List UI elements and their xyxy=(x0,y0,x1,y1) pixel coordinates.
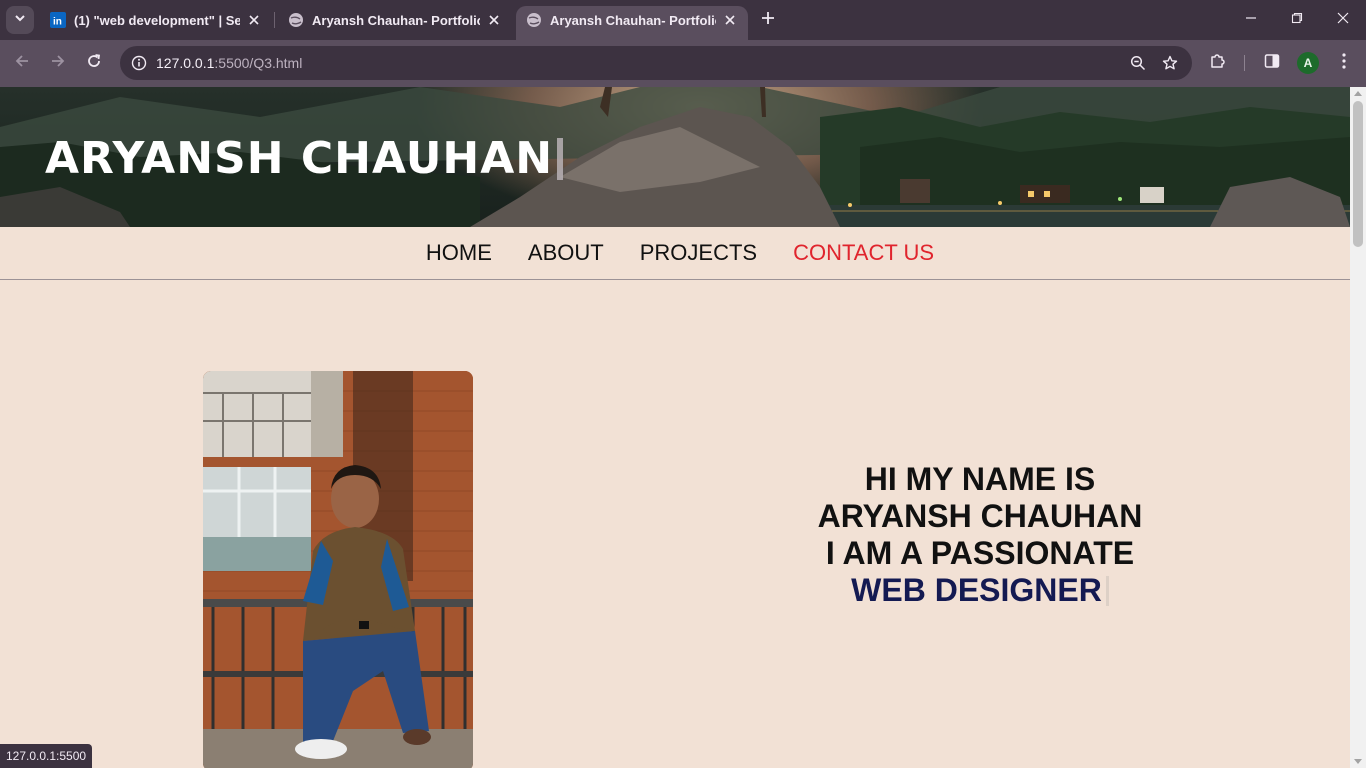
linkedin-icon: in xyxy=(50,12,66,28)
arrow-right-icon xyxy=(50,53,66,74)
forward-button[interactable] xyxy=(44,49,72,77)
chevron-down-icon xyxy=(14,11,26,29)
typing-cursor xyxy=(557,137,564,180)
tab-title: Aryansh Chauhan- Portfolio xyxy=(312,12,480,28)
plus-icon xyxy=(761,11,775,30)
side-panel-button[interactable] xyxy=(1258,49,1286,77)
tab-title: Aryansh Chauhan- Portfolio xyxy=(550,12,716,28)
intro-line: ARYANSH CHAUHAN xyxy=(817,498,1143,534)
typing-cursor xyxy=(1105,575,1109,606)
scroll-up-arrow-icon[interactable] xyxy=(1354,91,1362,96)
nav-projects[interactable]: PROJECTS xyxy=(640,240,757,266)
tab-search-button[interactable] xyxy=(6,6,34,34)
back-button[interactable] xyxy=(8,49,36,77)
side-panel-icon xyxy=(1264,53,1280,74)
page-viewport: ARYANSH CHAUHAN HOME ABOUT PROJECTS CONT… xyxy=(0,87,1350,768)
close-icon xyxy=(1337,11,1349,29)
new-tab-button[interactable] xyxy=(756,8,780,32)
bookmark-star-icon[interactable] xyxy=(1158,51,1182,75)
puzzle-icon xyxy=(1209,52,1227,75)
browser-tab-portfolio[interactable]: Aryansh Chauhan- Portfolio xyxy=(278,6,512,34)
restore-button[interactable] xyxy=(1274,0,1320,40)
banner-title-text: ARYANSH CHAUHAN xyxy=(45,133,554,184)
zoom-icon[interactable] xyxy=(1126,51,1150,75)
kebab-menu-icon xyxy=(1342,52,1346,74)
profile-button[interactable]: A xyxy=(1294,49,1322,77)
scroll-thumb[interactable] xyxy=(1353,101,1363,247)
intro-role-text: WEB DESIGNER xyxy=(851,572,1102,608)
site-info-icon[interactable] xyxy=(122,46,156,80)
avatar: A xyxy=(1297,52,1319,74)
nav-contact-us[interactable]: CONTACT US xyxy=(793,240,934,266)
vertical-scrollbar[interactable] xyxy=(1350,87,1366,768)
intro-role: WEB DESIGNER xyxy=(851,572,1109,609)
toolbar-divider xyxy=(1244,55,1245,71)
tab-title: (1) "web development" | Search xyxy=(74,12,240,28)
main-nav: HOME ABOUT PROJECTS CONTACT US xyxy=(0,227,1350,280)
globe-icon xyxy=(526,12,542,28)
minimize-button[interactable] xyxy=(1228,0,1274,40)
tab-strip: in (1) "web development" | Search Aryans… xyxy=(0,0,1366,40)
banner: ARYANSH CHAUHAN xyxy=(0,87,1350,227)
globe-icon xyxy=(288,12,304,28)
url-text[interactable]: 127.0.0.1:5500/Q3.html xyxy=(156,55,302,71)
minimize-icon xyxy=(1245,11,1257,29)
close-icon[interactable] xyxy=(486,12,502,28)
close-icon[interactable] xyxy=(246,12,262,28)
status-bubble: 127.0.0.1:5500 xyxy=(0,744,93,768)
close-window-button[interactable] xyxy=(1320,0,1366,40)
arrow-left-icon xyxy=(14,53,30,74)
svg-text:in: in xyxy=(53,17,62,28)
intro-line: HI MY NAME IS xyxy=(864,461,1096,497)
tab-divider xyxy=(274,12,275,28)
browser-tab-linkedin[interactable]: in (1) "web development" | Search xyxy=(40,6,272,34)
url-path: :5500/Q3.html xyxy=(214,55,303,71)
scroll-down-arrow-icon[interactable] xyxy=(1354,759,1362,764)
nav-about[interactable]: ABOUT xyxy=(528,240,604,266)
browser-tab-active[interactable]: Aryansh Chauhan- Portfolio xyxy=(516,6,748,40)
menu-button[interactable] xyxy=(1330,49,1358,77)
close-icon[interactable] xyxy=(722,12,738,28)
reload-icon xyxy=(86,53,102,74)
reload-button[interactable] xyxy=(80,49,108,77)
intro-heading: HI MY NAME IS ARYANSH CHAUHAN I AM A PAS… xyxy=(740,461,1220,609)
extensions-button[interactable] xyxy=(1204,49,1232,77)
address-bar[interactable]: 127.0.0.1:5500/Q3.html xyxy=(120,46,1192,80)
banner-title: ARYANSH CHAUHAN xyxy=(45,133,564,184)
intro-line: I AM A PASSIONATE xyxy=(825,535,1135,571)
restore-icon xyxy=(1291,11,1303,29)
nav-home[interactable]: HOME xyxy=(426,240,492,266)
browser-toolbar: 127.0.0.1:5500/Q3.html A xyxy=(0,40,1366,87)
url-host: 127.0.0.1 xyxy=(156,55,215,71)
profile-photo xyxy=(203,371,473,768)
